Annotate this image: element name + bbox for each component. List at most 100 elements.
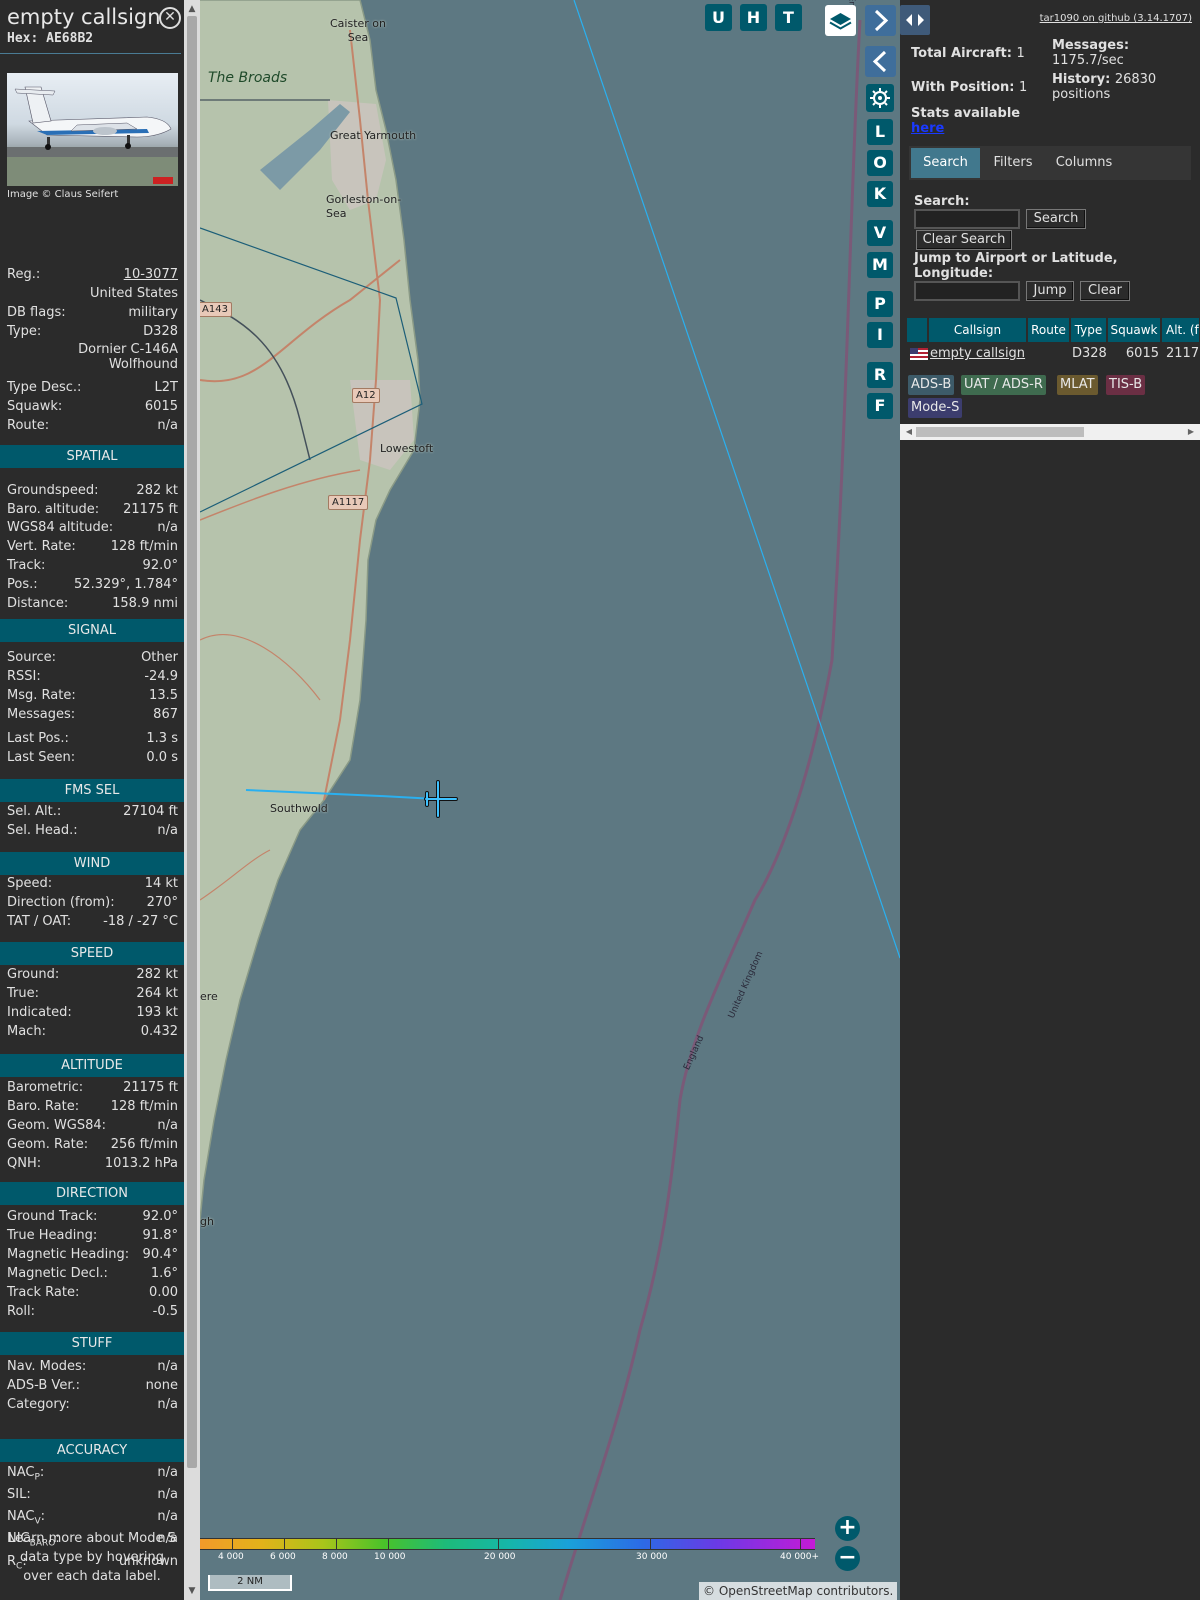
table-header-type[interactable]: Type	[1071, 318, 1107, 342]
tab-filters[interactable]: Filters	[987, 148, 1039, 178]
detail-label[interactable]: Baro. Rate:	[7, 1099, 79, 1114]
detail-label[interactable]: Geom. Rate:	[7, 1137, 88, 1152]
detail-value: 21175 ft	[123, 502, 178, 517]
detail-label[interactable]: Distance:	[7, 596, 68, 611]
tab-search[interactable]: Search	[911, 148, 980, 178]
button-p[interactable]: P	[867, 291, 893, 317]
detail-label[interactable]: ADS-B Ver.:	[7, 1378, 80, 1393]
detail-label[interactable]: Squawk:	[7, 399, 62, 414]
gear-icon[interactable]	[866, 84, 894, 112]
scrollbar-thumb[interactable]	[187, 16, 197, 1468]
detail-label[interactable]: NACP:	[7, 1465, 44, 1483]
button-f[interactable]: F	[867, 393, 893, 419]
detail-row: SIL: n/a	[0, 1487, 184, 1505]
button-u[interactable]: U	[705, 4, 732, 31]
registration-link[interactable]: 10-3077	[124, 267, 178, 282]
map-attribution[interactable]: © OpenStreetMap contributors.	[699, 1582, 898, 1600]
detail-label[interactable]: Reg.:	[7, 267, 40, 282]
scroll-up-icon[interactable]: ▲	[184, 2, 200, 16]
detail-label[interactable]: Last Pos.:	[7, 731, 69, 746]
detail-label[interactable]: Sel. Alt.:	[7, 804, 61, 819]
table-header-route[interactable]: Route	[1028, 318, 1070, 342]
detail-label[interactable]: Source:	[7, 650, 56, 665]
button-r[interactable]: R	[867, 362, 893, 388]
stats-link[interactable]: here	[911, 121, 944, 136]
detail-label[interactable]: True Heading:	[7, 1228, 97, 1243]
scrollbar-thumb[interactable]	[916, 427, 1084, 437]
detail-label[interactable]: Route:	[7, 418, 49, 433]
github-link[interactable]: tar1090 on github (3.14.1707)	[1040, 13, 1192, 24]
detail-value: 92.0°	[142, 558, 178, 573]
tab-columns[interactable]: Columns	[1044, 148, 1124, 178]
table-header-callsign[interactable]: Callsign	[929, 318, 1027, 342]
detail-label[interactable]: Direction (from):	[7, 895, 115, 910]
toggle-sidebar-button[interactable]	[900, 5, 930, 35]
jump-button[interactable]: Jump	[1026, 281, 1074, 301]
detail-label[interactable]: DB flags:	[7, 305, 66, 320]
detail-label[interactable]: SIL:	[7, 1487, 31, 1502]
layers-icon[interactable]	[825, 5, 856, 36]
detail-label[interactable]: Roll:	[7, 1304, 35, 1319]
table-header-altitude[interactable]: Alt. (ft)	[1162, 318, 1200, 342]
map-view[interactable]: The Broads Caister on Sea Great Yarmouth…	[200, 0, 900, 1600]
detail-label[interactable]: Ground:	[7, 967, 59, 982]
detail-label[interactable]: Magnetic Decl.:	[7, 1266, 108, 1281]
zoom-in-button[interactable]: +	[835, 1516, 860, 1541]
table-header-flag[interactable]	[907, 318, 928, 342]
button-o[interactable]: O	[867, 150, 893, 176]
detail-label[interactable]: Magnetic Heading:	[7, 1247, 129, 1262]
detail-label[interactable]: True:	[7, 986, 39, 1001]
detail-label[interactable]: NACV:	[7, 1509, 45, 1527]
detail-label[interactable]: Barometric:	[7, 1080, 83, 1095]
detail-label[interactable]: TAT / OAT:	[7, 914, 71, 929]
detail-label[interactable]: Track:	[7, 558, 45, 573]
clear-button[interactable]: Clear	[1080, 281, 1130, 301]
detail-label[interactable]: Track Rate:	[7, 1285, 79, 1300]
detail-label[interactable]: Baro. altitude:	[7, 502, 99, 517]
clear-search-button[interactable]: Clear Search	[916, 230, 1012, 250]
detail-label[interactable]: Type:	[7, 324, 41, 339]
button-l[interactable]: L	[867, 119, 893, 145]
button-t[interactable]: T	[775, 4, 802, 31]
detail-label[interactable]: RSSI:	[7, 669, 41, 684]
button-v[interactable]: V	[867, 220, 893, 246]
scroll-down-icon[interactable]: ▼	[184, 1584, 200, 1598]
button-k[interactable]: K	[867, 181, 893, 207]
sidebar-scrollbar[interactable]: ▲ ▼	[184, 0, 200, 1600]
detail-label[interactable]: Vert. Rate:	[7, 539, 76, 554]
detail-label[interactable]: Speed:	[7, 876, 52, 891]
detail-label[interactable]: Geom. WGS84:	[7, 1118, 106, 1133]
detail-row: Sel. Alt.: 27104 ft	[0, 804, 184, 822]
detail-label[interactable]: Category:	[7, 1397, 70, 1412]
detail-label[interactable]: Nav. Modes:	[7, 1359, 86, 1374]
detail-label[interactable]: Last Seen:	[7, 750, 75, 765]
detail-label[interactable]: Sel. Head.:	[7, 823, 78, 838]
detail-label[interactable]: Groundspeed:	[7, 483, 98, 498]
detail-label[interactable]: QNH:	[7, 1156, 41, 1171]
close-icon[interactable]: ✕	[159, 7, 181, 29]
button-h[interactable]: H	[740, 4, 767, 31]
detail-label[interactable]: Indicated:	[7, 1005, 72, 1020]
detail-label[interactable]: Messages:	[7, 707, 75, 722]
table-row[interactable]: empty callsign	[930, 345, 1028, 363]
detail-label[interactable]: Pos.:	[7, 577, 38, 592]
button-m[interactable]: M	[867, 252, 893, 278]
detail-label[interactable]: WGS84 altitude:	[7, 520, 113, 535]
scroll-right-icon[interactable]: ▶	[1184, 424, 1198, 440]
aircraft-photo[interactable]	[7, 73, 178, 186]
scroll-left-icon[interactable]: ◀	[902, 424, 916, 440]
search-input[interactable]	[914, 209, 1020, 229]
detail-label[interactable]: Msg. Rate:	[7, 688, 76, 703]
jump-input[interactable]	[914, 281, 1020, 301]
detail-label[interactable]: Type Desc.:	[7, 380, 81, 395]
search-button[interactable]: Search	[1026, 209, 1086, 229]
detail-label[interactable]: Mach:	[7, 1024, 46, 1039]
table-horizontal-scrollbar[interactable]: ◀ ▶	[900, 424, 1200, 440]
expand-panel-button[interactable]	[865, 5, 896, 36]
section-header: FMS SEL	[0, 779, 184, 802]
zoom-out-button[interactable]: −	[835, 1546, 860, 1571]
collapse-panel-button[interactable]	[865, 46, 896, 77]
table-header-squawk[interactable]: Squawk	[1108, 318, 1161, 342]
detail-label[interactable]: Ground Track:	[7, 1209, 97, 1224]
button-i[interactable]: I	[867, 322, 893, 348]
